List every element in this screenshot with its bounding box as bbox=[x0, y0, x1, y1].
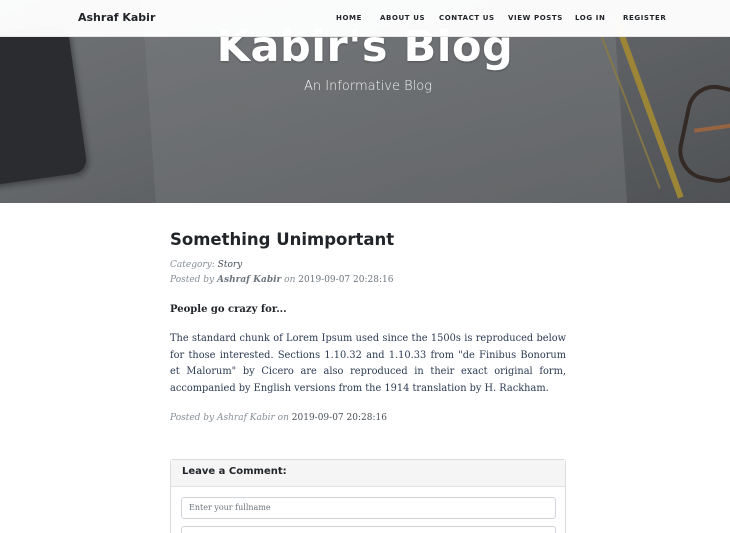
post-body: The standard chunk of Lorem Ipsum used s… bbox=[170, 333, 566, 394]
nav-contact-us[interactable]: CONTACT US bbox=[439, 14, 495, 22]
comment-header: Leave a Comment: bbox=[171, 460, 565, 487]
brand-link[interactable]: Ashraf Kabir bbox=[78, 11, 155, 24]
post-date: 2019-09-07 20:28:16 bbox=[298, 275, 394, 285]
on-label: on bbox=[284, 275, 296, 285]
nav-about-us[interactable]: ABOUT US bbox=[380, 14, 425, 22]
post-category: Category: Story bbox=[170, 258, 566, 273]
nav-home[interactable]: HOME bbox=[336, 14, 362, 22]
posted-by-label: Posted by bbox=[170, 275, 215, 285]
post-byline: Posted by Ashraf Kabir on 2019-09-07 20:… bbox=[170, 273, 566, 288]
footer-date: 2019-09-07 20:28:16 bbox=[291, 413, 387, 423]
comment-field[interactable] bbox=[181, 526, 556, 533]
footer-posted-by: Posted by Ashraf Kabir on bbox=[170, 413, 289, 423]
post-article: Something Unimportant Category: Story Po… bbox=[170, 230, 566, 423]
comment-card: Leave a Comment: Enter your fullname bbox=[170, 459, 566, 533]
author-name[interactable]: Ashraf Kabir bbox=[217, 275, 281, 285]
post-footer-byline: Posted by Ashraf Kabir on 2019-09-07 20:… bbox=[170, 413, 566, 423]
post-title: Something Unimportant bbox=[170, 230, 395, 249]
fullname-input[interactable]: Enter your fullname bbox=[181, 497, 556, 519]
category-label: Category: bbox=[170, 260, 215, 270]
category-value[interactable]: Story bbox=[218, 260, 243, 270]
top-navbar: Ashraf Kabir HOME ABOUT US CONTACT US VI… bbox=[0, 0, 730, 37]
post-lead: People go crazy for... bbox=[170, 304, 287, 315]
nav-log-in[interactable]: LOG IN bbox=[575, 14, 605, 22]
nav-view-posts[interactable]: VIEW POSTS bbox=[508, 14, 563, 22]
site-subtitle: An Informative Blog bbox=[303, 79, 433, 94]
nav-register[interactable]: REGISTER bbox=[623, 14, 666, 22]
